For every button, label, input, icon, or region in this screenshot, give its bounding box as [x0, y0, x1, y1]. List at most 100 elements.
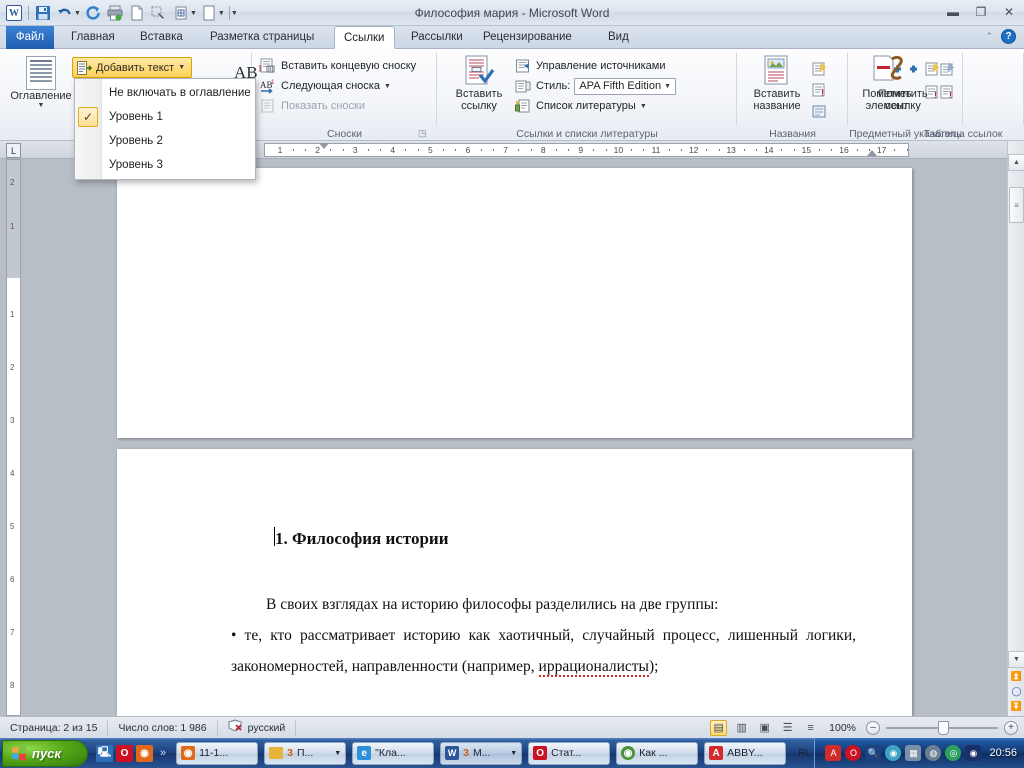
abbyy-tray-icon[interactable]: A [825, 745, 842, 761]
menu-item-level-3[interactable]: Уровень 3 [75, 153, 255, 177]
style-caret[interactable]: ▼ [664, 83, 671, 90]
taskbar-group-caret[interactable]: ▼ [510, 750, 517, 757]
left-indent-marker[interactable] [867, 150, 877, 156]
redo-icon[interactable] [83, 3, 103, 23]
bibliography-row[interactable]: Список литературы ▼ [515, 96, 676, 116]
properties-icon[interactable] [199, 3, 219, 23]
next-footnote-caret[interactable]: ▼ [384, 83, 391, 90]
cross-reference-icon[interactable]: ! [811, 82, 828, 98]
taskbar-button-opera[interactable]: O Стат... [528, 741, 611, 765]
select-browse-object-button[interactable]: ◯ [1009, 684, 1024, 699]
insert-endnote-row[interactable]: [i] Вставить концевую сноску [260, 56, 416, 76]
new-document-icon[interactable] [127, 3, 147, 23]
scroll-up-button[interactable]: ▲ [1008, 154, 1024, 171]
taskbar-button-abbyy[interactable]: A ABBY... [704, 741, 787, 765]
properties-dropdown-caret[interactable]: ▼ [218, 10, 225, 17]
save-icon[interactable] [33, 3, 53, 23]
taskbar-button-folder[interactable]: 3 П... ▼ [264, 741, 347, 765]
menu-item-level-1[interactable]: ✓ Уровень 1 [75, 105, 255, 129]
zoom-out-button[interactable]: – [866, 720, 880, 735]
proofing-status[interactable]: русский [218, 718, 297, 736]
tab-stop-selector[interactable]: L [6, 143, 21, 158]
format-painter-icon[interactable] [149, 3, 169, 23]
close-button[interactable]: ✕ [1000, 4, 1018, 20]
document-page-2[interactable]: 1. Философия истории В своих взглядах на… [117, 449, 912, 768]
horizontal-ruler-bar[interactable]: 1 2 3 4 5 6 7 8 9 10 11 12 13 14 15 16 17 [264, 143, 909, 157]
undo-icon[interactable] [55, 3, 75, 23]
shield-tray-icon[interactable]: ◍ [925, 745, 942, 761]
tab-view[interactable]: Вид [599, 26, 638, 49]
tab-page-layout[interactable]: Разметка страницы [201, 26, 323, 49]
full-screen-reading-view-button[interactable]: ▥ [733, 720, 750, 736]
scroll-down-button[interactable]: ▼ [1008, 651, 1024, 668]
tab-mailings[interactable]: Рассылки [402, 26, 472, 49]
opera-quicklaunch-icon[interactable]: O [116, 744, 133, 762]
tab-review[interactable]: Рецензирование [474, 26, 581, 49]
web-layout-view-button[interactable]: ▣ [756, 720, 773, 736]
tab-file[interactable]: Файл [6, 26, 54, 49]
insert-table-icon[interactable] [171, 3, 191, 23]
zoom-level[interactable]: 100% [829, 722, 856, 734]
help-icon[interactable]: ? [1001, 29, 1016, 44]
tab-home[interactable]: Главная [62, 26, 124, 49]
bibliography-caret[interactable]: ▼ [640, 103, 647, 110]
vertical-scrollbar[interactable]: ▲ ≡ ▼ ⏫ ◯ ⏬ [1007, 141, 1024, 716]
undo-dropdown-caret[interactable]: ▼ [74, 10, 81, 17]
language-indicator[interactable]: русский [248, 720, 286, 736]
manage-sources-row[interactable]: Управление источниками [515, 56, 676, 76]
taskbar-clock[interactable]: 20:56 [989, 747, 1017, 759]
print-preview-icon[interactable] [105, 3, 125, 23]
show-desktop-icon[interactable]: 🖳 [96, 744, 113, 762]
style-combobox[interactable]: APA Fifth Edition ▼ [574, 77, 677, 95]
add-text-caret[interactable]: ▼ [178, 64, 185, 71]
document-page-1[interactable] [117, 168, 912, 438]
tab-references[interactable]: Ссылки [334, 26, 395, 49]
taskbar-button-ie[interactable]: e "Кла... [352, 741, 435, 765]
taskbar-button-word[interactable]: W 3 М... ▼ [440, 741, 523, 765]
zoom-slider-handle[interactable] [938, 720, 949, 735]
previous-page-button[interactable]: ⏫ [1009, 669, 1024, 684]
print-layout-view-button[interactable]: ▤ [710, 719, 728, 736]
quick-launch-overflow-icon[interactable]: » [160, 747, 166, 759]
minimize-button[interactable]: ▬ [944, 4, 962, 20]
table-dropdown-caret[interactable]: ▼ [190, 10, 197, 17]
insert-caption-button[interactable]: Вставить название [745, 55, 809, 112]
next-page-button[interactable]: ⏬ [1009, 699, 1024, 714]
insert-citation-button[interactable]: Вставить ссылку [447, 55, 511, 112]
footnotes-dialog-launcher[interactable]: ◳ [418, 128, 429, 139]
start-button[interactable]: пуск [2, 739, 88, 767]
media-tray-icon[interactable]: ◉ [885, 745, 902, 761]
taskbar-button-chrome[interactable]: ◉ Как ... [616, 741, 699, 765]
outline-view-button[interactable]: ☰ [779, 720, 796, 736]
collapse-ribbon-icon[interactable]: ⌃ [985, 31, 993, 42]
volume-tray-icon[interactable]: ◉ [965, 745, 982, 761]
next-footnote-row[interactable]: AB 1 Следующая сноска ▼ [260, 76, 416, 96]
tab-insert[interactable]: Вставка [131, 26, 192, 49]
taskbar-button-firefox[interactable]: ◉ 11-1... [176, 741, 259, 765]
restore-button[interactable]: ❐ [972, 4, 990, 20]
zoom-slider-track[interactable] [886, 720, 998, 735]
scrollbar-thumb[interactable]: ≡ [1009, 187, 1024, 223]
spiral-tray-icon[interactable]: ◎ [945, 745, 962, 761]
update-table-of-authorities-icon[interactable]: ! [939, 84, 956, 100]
menu-item-level-2[interactable]: Уровень 2 [75, 129, 255, 153]
toc-button[interactable]: Оглавление ▼ [10, 56, 72, 109]
menu-item-do-not-show[interactable]: Не включать в оглавление [75, 81, 255, 105]
word-count[interactable]: Число слов: 1 986 [108, 719, 218, 736]
mark-citation-button[interactable]: Пометить ссылку [870, 55, 936, 112]
caption-list-icon[interactable] [811, 103, 828, 119]
insert-table-of-authorities-icon[interactable] [939, 61, 956, 77]
insert-table-of-figures-icon[interactable] [811, 61, 828, 77]
draft-view-button[interactable]: ≡ [802, 720, 819, 736]
firefox-quicklaunch-icon[interactable]: ◉ [136, 744, 153, 762]
first-line-indent-marker[interactable] [319, 143, 329, 149]
page-indicator[interactable]: Страница: 2 из 15 [0, 719, 109, 736]
customize-qat-icon[interactable]: ▼ [231, 10, 238, 17]
toc-dropdown-caret[interactable]: ▼ [38, 102, 45, 109]
network-tray-icon[interactable]: ▦ [905, 745, 922, 761]
add-text-button[interactable]: Добавить текст ▼ [72, 57, 193, 78]
search-tray-icon[interactable]: 🔍 [865, 745, 882, 761]
opera-tray-icon[interactable]: O [845, 745, 862, 761]
zoom-in-button[interactable]: + [1004, 720, 1018, 735]
vertical-ruler[interactable]: 2 1 1 2 3 4 5 6 7 8 [6, 159, 21, 716]
